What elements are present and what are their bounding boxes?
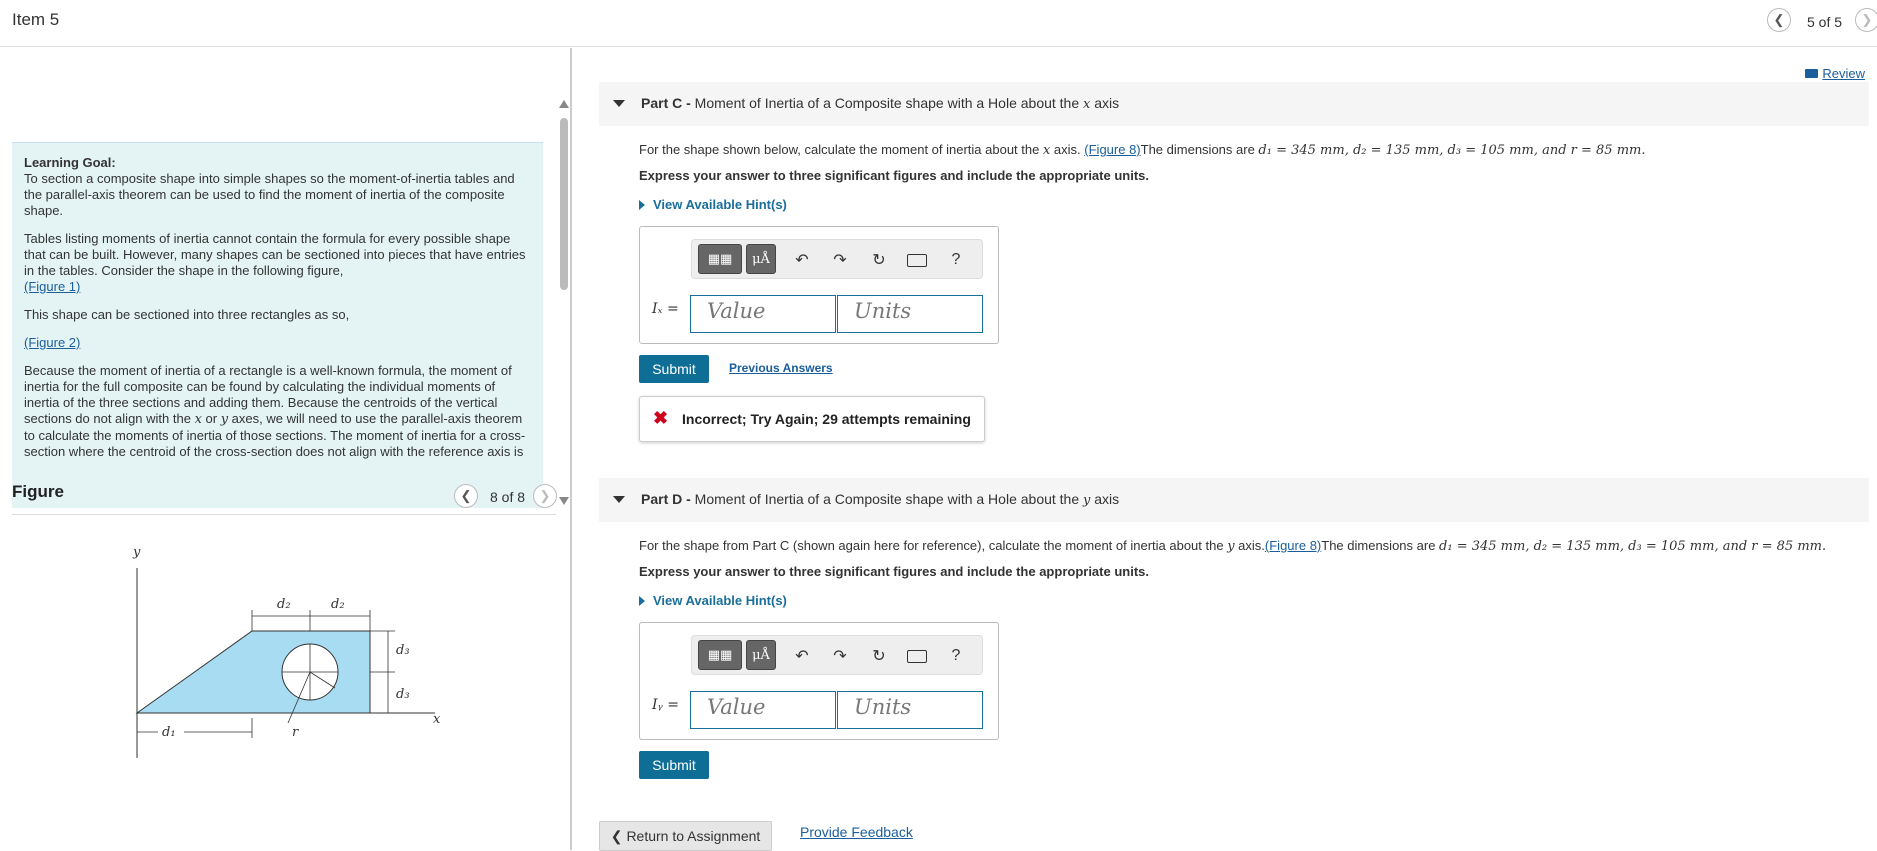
section-paragraph: This shape can be sectioned into three r… (24, 307, 350, 322)
item-title: Item 5 (12, 10, 60, 29)
because-x-var: x (194, 412, 202, 427)
d3-label-1: d₃ (396, 643, 410, 658)
part-d-header[interactable]: Part D - Moment of Inertia of a Composit… (599, 478, 1869, 522)
redo-icon[interactable]: ↷ (828, 248, 852, 272)
caret-right-icon (639, 595, 645, 606)
right-panel: Review Part C - Moment of Inertia of a C… (574, 48, 1877, 851)
part-d-title: Part D - Moment of Inertia of a Composit… (641, 491, 1120, 508)
part-c-figure-link[interactable]: (Figure 8) (1084, 142, 1140, 157)
learning-goal-title: Learning Goal: (24, 155, 116, 170)
undo-icon[interactable]: ↶ (790, 644, 814, 668)
scroll-thumb[interactable] (560, 118, 568, 290)
math-toolbar: ▦▦ μÅ ↶ ↷ ↻ ? (691, 635, 983, 675)
caret-down-icon (613, 100, 625, 107)
part-c-dimensions: d₁ = 345 mm, d₂ = 135 mm, d₃ = 105 mm, a… (1258, 143, 1646, 158)
figure-header: Figure (12, 482, 64, 501)
because-or: or (201, 411, 221, 426)
figure-2-link[interactable]: (Figure 2) (24, 335, 80, 350)
chevron-left-icon: ❮ (1773, 12, 1785, 27)
composite-shape-figure: y x d₂ d₂ d₃ d₃ d₁ r (132, 545, 441, 758)
help-icon[interactable]: ? (944, 644, 968, 668)
provide-feedback-link[interactable]: Provide Feedback (800, 824, 913, 840)
because-y-var: y (220, 412, 229, 427)
top-bar: Item 5 ❮ 5 of 5 ❯ (0, 0, 1877, 47)
chevron-right-icon: ❯ (539, 488, 551, 503)
review-label: Review (1822, 66, 1865, 81)
part-c-hint-toggle[interactable]: View Available Hint(s) (639, 197, 787, 212)
redo-icon[interactable]: ↷ (828, 644, 852, 668)
math-toolbar: ▦▦ μÅ ↶ ↷ ↻ ? (691, 239, 983, 279)
figure-page-count: 8 of 8 (490, 489, 526, 505)
review-link[interactable]: Review (1805, 66, 1865, 81)
learning-goal-box[interactable]: Learning Goal: To section a composite sh… (12, 142, 543, 508)
left-panel: Learning Goal: To section a composite sh… (0, 48, 572, 850)
caret-down-icon (613, 496, 625, 503)
part-c-answer-box: ▦▦ μÅ ↶ ↷ ↻ ? Iₓ = Value Units (639, 226, 999, 344)
book-icon (1805, 69, 1819, 78)
chevron-left-icon: ❮ (610, 827, 623, 844)
d2-label-1: d₂ (277, 597, 291, 612)
r-label: r (292, 725, 299, 740)
tables-paragraph: Tables listing moments of inertia cannot… (24, 231, 526, 278)
scroll-up-arrow-icon[interactable] (559, 100, 569, 108)
y-axis-label: y (132, 545, 141, 560)
reset-icon[interactable]: ↻ (867, 248, 891, 272)
iy-label: Iᵧ = (652, 697, 679, 713)
keyboard-icon[interactable] (905, 644, 929, 668)
help-icon[interactable]: ? (944, 248, 968, 272)
part-c-units-input[interactable]: Units (837, 295, 983, 333)
feedback-text: Incorrect; Try Again; 29 attempts remain… (682, 411, 971, 427)
part-d-dimensions: d₁ = 345 mm, d₂ = 135 mm, d₃ = 105 mm, a… (1439, 539, 1827, 554)
part-d-prompt: For the shape from Part C (shown again h… (639, 538, 1827, 554)
item-page-count: 5 of 5 (1807, 14, 1843, 30)
x-axis-label: x (433, 712, 441, 727)
part-d-value-input[interactable]: Value (690, 691, 836, 729)
part-c-feedback: ✖ Incorrect; Try Again; 29 attempts rema… (639, 396, 985, 442)
previous-answers-link[interactable]: Previous Answers (729, 361, 833, 375)
part-c-header[interactable]: Part C - Moment of Inertia of a Composit… (599, 82, 1869, 126)
part-c-value-input[interactable]: Value (690, 295, 836, 333)
symbols-button[interactable]: μÅ (746, 640, 776, 670)
reset-icon[interactable]: ↻ (867, 644, 891, 668)
caret-right-icon (639, 199, 645, 210)
part-c-prompt: For the shape shown below, calculate the… (639, 142, 1646, 158)
chevron-right-icon: ❯ (1861, 12, 1873, 27)
part-d-instruction: Express your answer to three significant… (639, 564, 1149, 579)
d3-label-2: d₃ (396, 687, 410, 702)
part-d-hint-toggle[interactable]: View Available Hint(s) (639, 593, 787, 608)
next-figure-button[interactable]: ❯ (533, 484, 557, 508)
keyboard-icon[interactable] (905, 248, 929, 272)
next-item-button[interactable]: ❯ (1855, 8, 1877, 32)
prev-item-button[interactable]: ❮ (1767, 8, 1791, 32)
chevron-left-icon: ❮ (460, 488, 472, 503)
part-d-figure-link[interactable]: (Figure 8) (1265, 538, 1321, 553)
part-d-submit-button[interactable]: Submit (639, 751, 709, 779)
d1-label: d₁ (162, 725, 176, 740)
symbols-button[interactable]: μÅ (746, 244, 776, 274)
templates-icon[interactable]: ▦▦ (698, 244, 742, 274)
part-d-units-input[interactable]: Units (837, 691, 983, 729)
templates-icon[interactable]: ▦▦ (698, 640, 742, 670)
error-x-icon: ✖ (653, 408, 669, 428)
d2-label-2: d₂ (331, 597, 345, 612)
part-c-title: Part C - Moment of Inertia of a Composit… (641, 95, 1120, 112)
ix-label: Iₓ = (652, 301, 679, 317)
part-c-instruction: Express your answer to three significant… (639, 168, 1149, 183)
figure-divider (12, 514, 556, 515)
figure-1-link[interactable]: (Figure 1) (24, 279, 80, 294)
return-to-assignment-button[interactable]: ❮ Return to Assignment (599, 821, 772, 851)
prev-figure-button[interactable]: ❮ (454, 484, 478, 508)
scroll-down-arrow-icon[interactable] (559, 497, 569, 505)
learning-goal-text: To section a composite shape into simple… (24, 171, 515, 218)
left-scrollbar[interactable] (559, 100, 569, 506)
undo-icon[interactable]: ↶ (790, 248, 814, 272)
part-c-submit-button[interactable]: Submit (639, 355, 709, 383)
part-d-answer-box: ▦▦ μÅ ↶ ↷ ↻ ? Iᵧ = Value Units (639, 622, 999, 740)
